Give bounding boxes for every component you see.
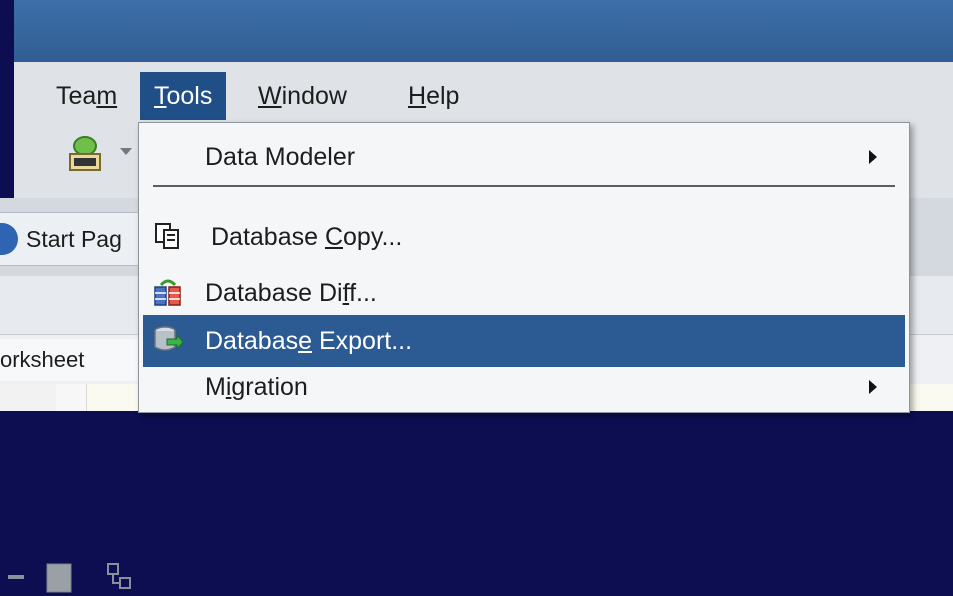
export-icon [154,326,183,351]
submenu-arrow-icon [869,150,877,164]
sql-worksheet-icon[interactable] [66,134,104,174]
menu-window-label-b: indow [281,82,347,110]
submenu-arrow-icon [869,380,877,394]
menu-item-migration-label: Migration [205,373,308,401]
menu-team-label-a: Tea [56,82,97,110]
menu-item-database-diff-label: Database Diff... [205,279,377,307]
tab-start-page-label: Start Pag [26,226,122,252]
title-bar [14,0,953,63]
start-page-icon [0,222,18,255]
menu-tools-mnemonic: T [154,82,167,110]
menu-team-mnemonic: m [96,82,118,110]
tools-menu-dropdown: Data Modeler Database Copy... Database D… [138,122,910,413]
menu-item-database-export-label: Database Export... [205,327,413,355]
diff-icon [154,279,181,306]
menu-item-database-export[interactable]: Database Export... [143,315,905,367]
tab-start-page[interactable]: Start Pag [0,212,141,266]
editor-gutter [0,384,57,411]
menu-item-database-diff[interactable]: Database Diff... [143,267,905,319]
menu-tools[interactable]: Tools [140,72,227,120]
menu-tools-label-b: ools [166,82,213,110]
menu-team[interactable]: Team [42,72,131,120]
menu-window[interactable]: Window [244,72,361,120]
menu-item-data-modeler[interactable]: Data Modeler [143,131,905,183]
tab-worksheet[interactable]: orksheet [0,339,141,381]
tab-worksheet-label: orksheet [0,347,85,372]
menu-help-label-b: elp [426,82,460,110]
stop-icon[interactable] [44,560,74,596]
menu-help-mnemonic: H [408,82,427,110]
editor-gutter-margin [56,384,87,411]
menu-bar: Team Tools Window Help [14,62,953,127]
menu-separator [153,185,895,187]
copy-icon [155,223,179,249]
menu-item-migration[interactable]: Migration [143,361,905,413]
menu-item-data-modeler-label: Data Modeler [205,143,356,171]
back-arrow-icon[interactable] [2,560,30,594]
dropdown-caret-icon[interactable] [120,148,132,155]
menu-window-mnemonic: W [258,82,282,110]
menu-help[interactable]: Help [394,72,473,120]
menu-item-database-copy[interactable]: Database Copy... [143,211,905,263]
tree-icon[interactable] [104,560,134,596]
menu-item-database-copy-label: Database Copy... [211,223,403,251]
